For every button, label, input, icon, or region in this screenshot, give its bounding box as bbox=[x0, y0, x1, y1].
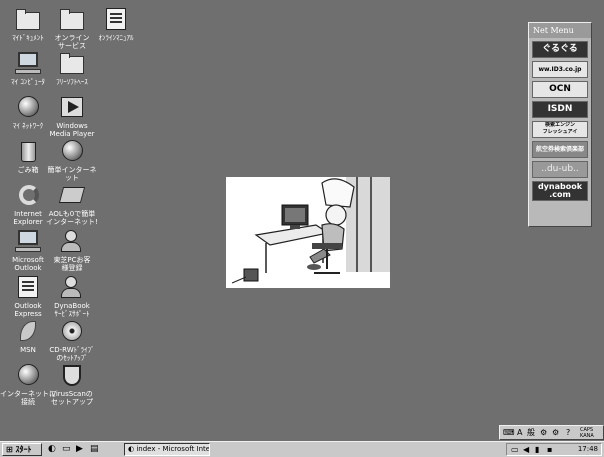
internet-explorer-icon bbox=[13, 182, 43, 208]
help-icon[interactable]: ? bbox=[566, 426, 570, 439]
desktop-icon-label: AOLも0で簡単 インターネット! bbox=[46, 210, 98, 226]
outlook-express-icon bbox=[13, 274, 43, 300]
net-menu-item-id3[interactable]: ww.ID3.co.jp bbox=[532, 61, 588, 78]
globe-icon bbox=[57, 138, 87, 164]
settings-icon[interactable]: ⚙ bbox=[552, 426, 559, 439]
desktop-icon-label: 簡単インターネ ット bbox=[47, 166, 97, 182]
net-menu-item-ocn[interactable]: OCN bbox=[532, 81, 588, 98]
aol-icon bbox=[57, 182, 87, 208]
language-bar: ⌨ A 般 ⚙ ⚙ ? CAPS KANA bbox=[499, 425, 604, 440]
folder-icon bbox=[13, 6, 43, 32]
desktop-icon-toshiba-registration[interactable]: 東芝PCお客 様登録 bbox=[44, 228, 100, 272]
tray-network-icon[interactable]: ▭ bbox=[511, 444, 519, 455]
keyboard-icon[interactable]: ⌨ bbox=[503, 426, 515, 439]
quick-launch-media-icon[interactable]: ▶ bbox=[76, 444, 83, 455]
taskbar-button-label: index - Microsoft Interne.. bbox=[136, 445, 210, 453]
desktop-icon-label: ｵﾝﾗｲﾝﾏﾆｭｱﾙ bbox=[98, 34, 134, 42]
virusscan-icon bbox=[57, 362, 87, 388]
desktop-icon-freesoft-space[interactable]: ﾌﾘｰｿﾌﾄﾍｰｽ bbox=[44, 50, 100, 86]
quick-launch-ie-icon[interactable]: ◐ bbox=[48, 444, 56, 455]
wallpaper-illustration bbox=[226, 177, 390, 288]
desktop-icon-label: Windows Media Player bbox=[49, 122, 95, 138]
media-player-icon bbox=[57, 94, 87, 120]
book-icon bbox=[101, 6, 131, 32]
computer-icon bbox=[13, 50, 43, 76]
net-menu-item-dynabook[interactable]: dynabook .com bbox=[532, 181, 588, 201]
recycle-bin-icon bbox=[13, 138, 43, 164]
desktop-icon-label: 東芝PCお客 様登録 bbox=[53, 256, 91, 272]
registration-icon bbox=[57, 228, 87, 254]
input-mode-a[interactable]: A bbox=[517, 426, 522, 439]
taskbar: ⊞ ｽﾀｰﾄ ◐ ▭ ▶ ▤ ◐ index - Microsoft Inter… bbox=[0, 441, 604, 457]
desktop-icon-online-manual[interactable]: ｵﾝﾗｲﾝﾏﾆｭｱﾙ bbox=[88, 6, 144, 42]
desktop-icon-aol[interactable]: AOLも0で簡単 インターネット! bbox=[44, 182, 100, 226]
network-icon bbox=[13, 94, 43, 120]
quick-launch-desktop-icon[interactable]: ▭ bbox=[62, 444, 71, 455]
folder-icon bbox=[57, 50, 87, 76]
tray-power-icon[interactable]: ▪ bbox=[547, 444, 552, 455]
start-label: ｽﾀｰﾄ bbox=[15, 445, 32, 454]
tray-battery-icon[interactable]: ▮ bbox=[535, 444, 539, 455]
windows-logo-icon: ⊞ bbox=[6, 445, 13, 454]
net-menu-item-search-engine[interactable]: 検索エンジン フレッシュアイ bbox=[532, 121, 588, 138]
desktop-icon-label: VirusScanの セットアップ bbox=[51, 390, 93, 406]
tray-volume-icon[interactable]: ◀ bbox=[523, 444, 529, 455]
net-menu-item-du-ub[interactable]: ..du-ub.. bbox=[532, 161, 588, 178]
net-menu-item-isdn[interactable]: ISDN bbox=[532, 101, 588, 118]
desktop-icon-windows-media-player[interactable]: Windows Media Player bbox=[44, 94, 100, 138]
net-menu-title: Net Menu bbox=[529, 23, 591, 38]
desktop-icon-virusscan-setup[interactable]: VirusScanの セットアップ bbox=[44, 362, 100, 406]
quick-launch-explorer-icon[interactable]: ▤ bbox=[90, 444, 99, 455]
desktop-icon-label: CD-RWﾄﾞﾗｲﾌﾞ のｾｯﾄｱｯﾌﾟ bbox=[49, 346, 95, 362]
desktop-icon-cd-rw-setup[interactable]: CD-RWﾄﾞﾗｲﾌﾞ のｾｯﾄｱｯﾌﾟ bbox=[44, 318, 100, 362]
desktop-icon-label: DynaBook ｻｰﾋﾞｽｻﾎﾟｰﾄ bbox=[54, 302, 90, 318]
desktop-icon-easy-internet[interactable]: 簡単インターネ ット bbox=[44, 138, 100, 182]
tools-icon[interactable]: ⚙ bbox=[540, 426, 547, 439]
start-button[interactable]: ⊞ ｽﾀｰﾄ bbox=[2, 443, 42, 456]
cd-rw-icon bbox=[57, 318, 87, 344]
support-icon bbox=[57, 274, 87, 300]
net-menu-item-air-ticket[interactable]: 航空券検索倶楽部 bbox=[532, 141, 588, 158]
net-menu-panel: Net Menu ぐるぐる ww.ID3.co.jp OCN ISDN 検索エン… bbox=[528, 22, 592, 227]
msn-icon bbox=[13, 318, 43, 344]
desktop-icon-label: ﾌﾘｰｿﾌﾄﾍｰｽ bbox=[56, 78, 88, 86]
clock[interactable]: 17:48 bbox=[578, 444, 598, 455]
taskbar-button-ie[interactable]: ◐ index - Microsoft Interne.. bbox=[124, 443, 210, 456]
caps-kana-indicator: CAPS KANA bbox=[580, 427, 594, 439]
outlook-icon bbox=[13, 228, 43, 254]
ime-mode[interactable]: 般 bbox=[527, 426, 535, 439]
connect-icon bbox=[13, 362, 43, 388]
folder-icon bbox=[57, 6, 87, 32]
system-tray: ▭ ◀ ▮ ▪ 17:48 bbox=[506, 443, 602, 456]
desktop-icon-dynabook-support[interactable]: DynaBook ｻｰﾋﾞｽｻﾎﾟｰﾄ bbox=[44, 274, 100, 318]
net-menu-item-guruguru[interactable]: ぐるぐる bbox=[532, 41, 588, 58]
